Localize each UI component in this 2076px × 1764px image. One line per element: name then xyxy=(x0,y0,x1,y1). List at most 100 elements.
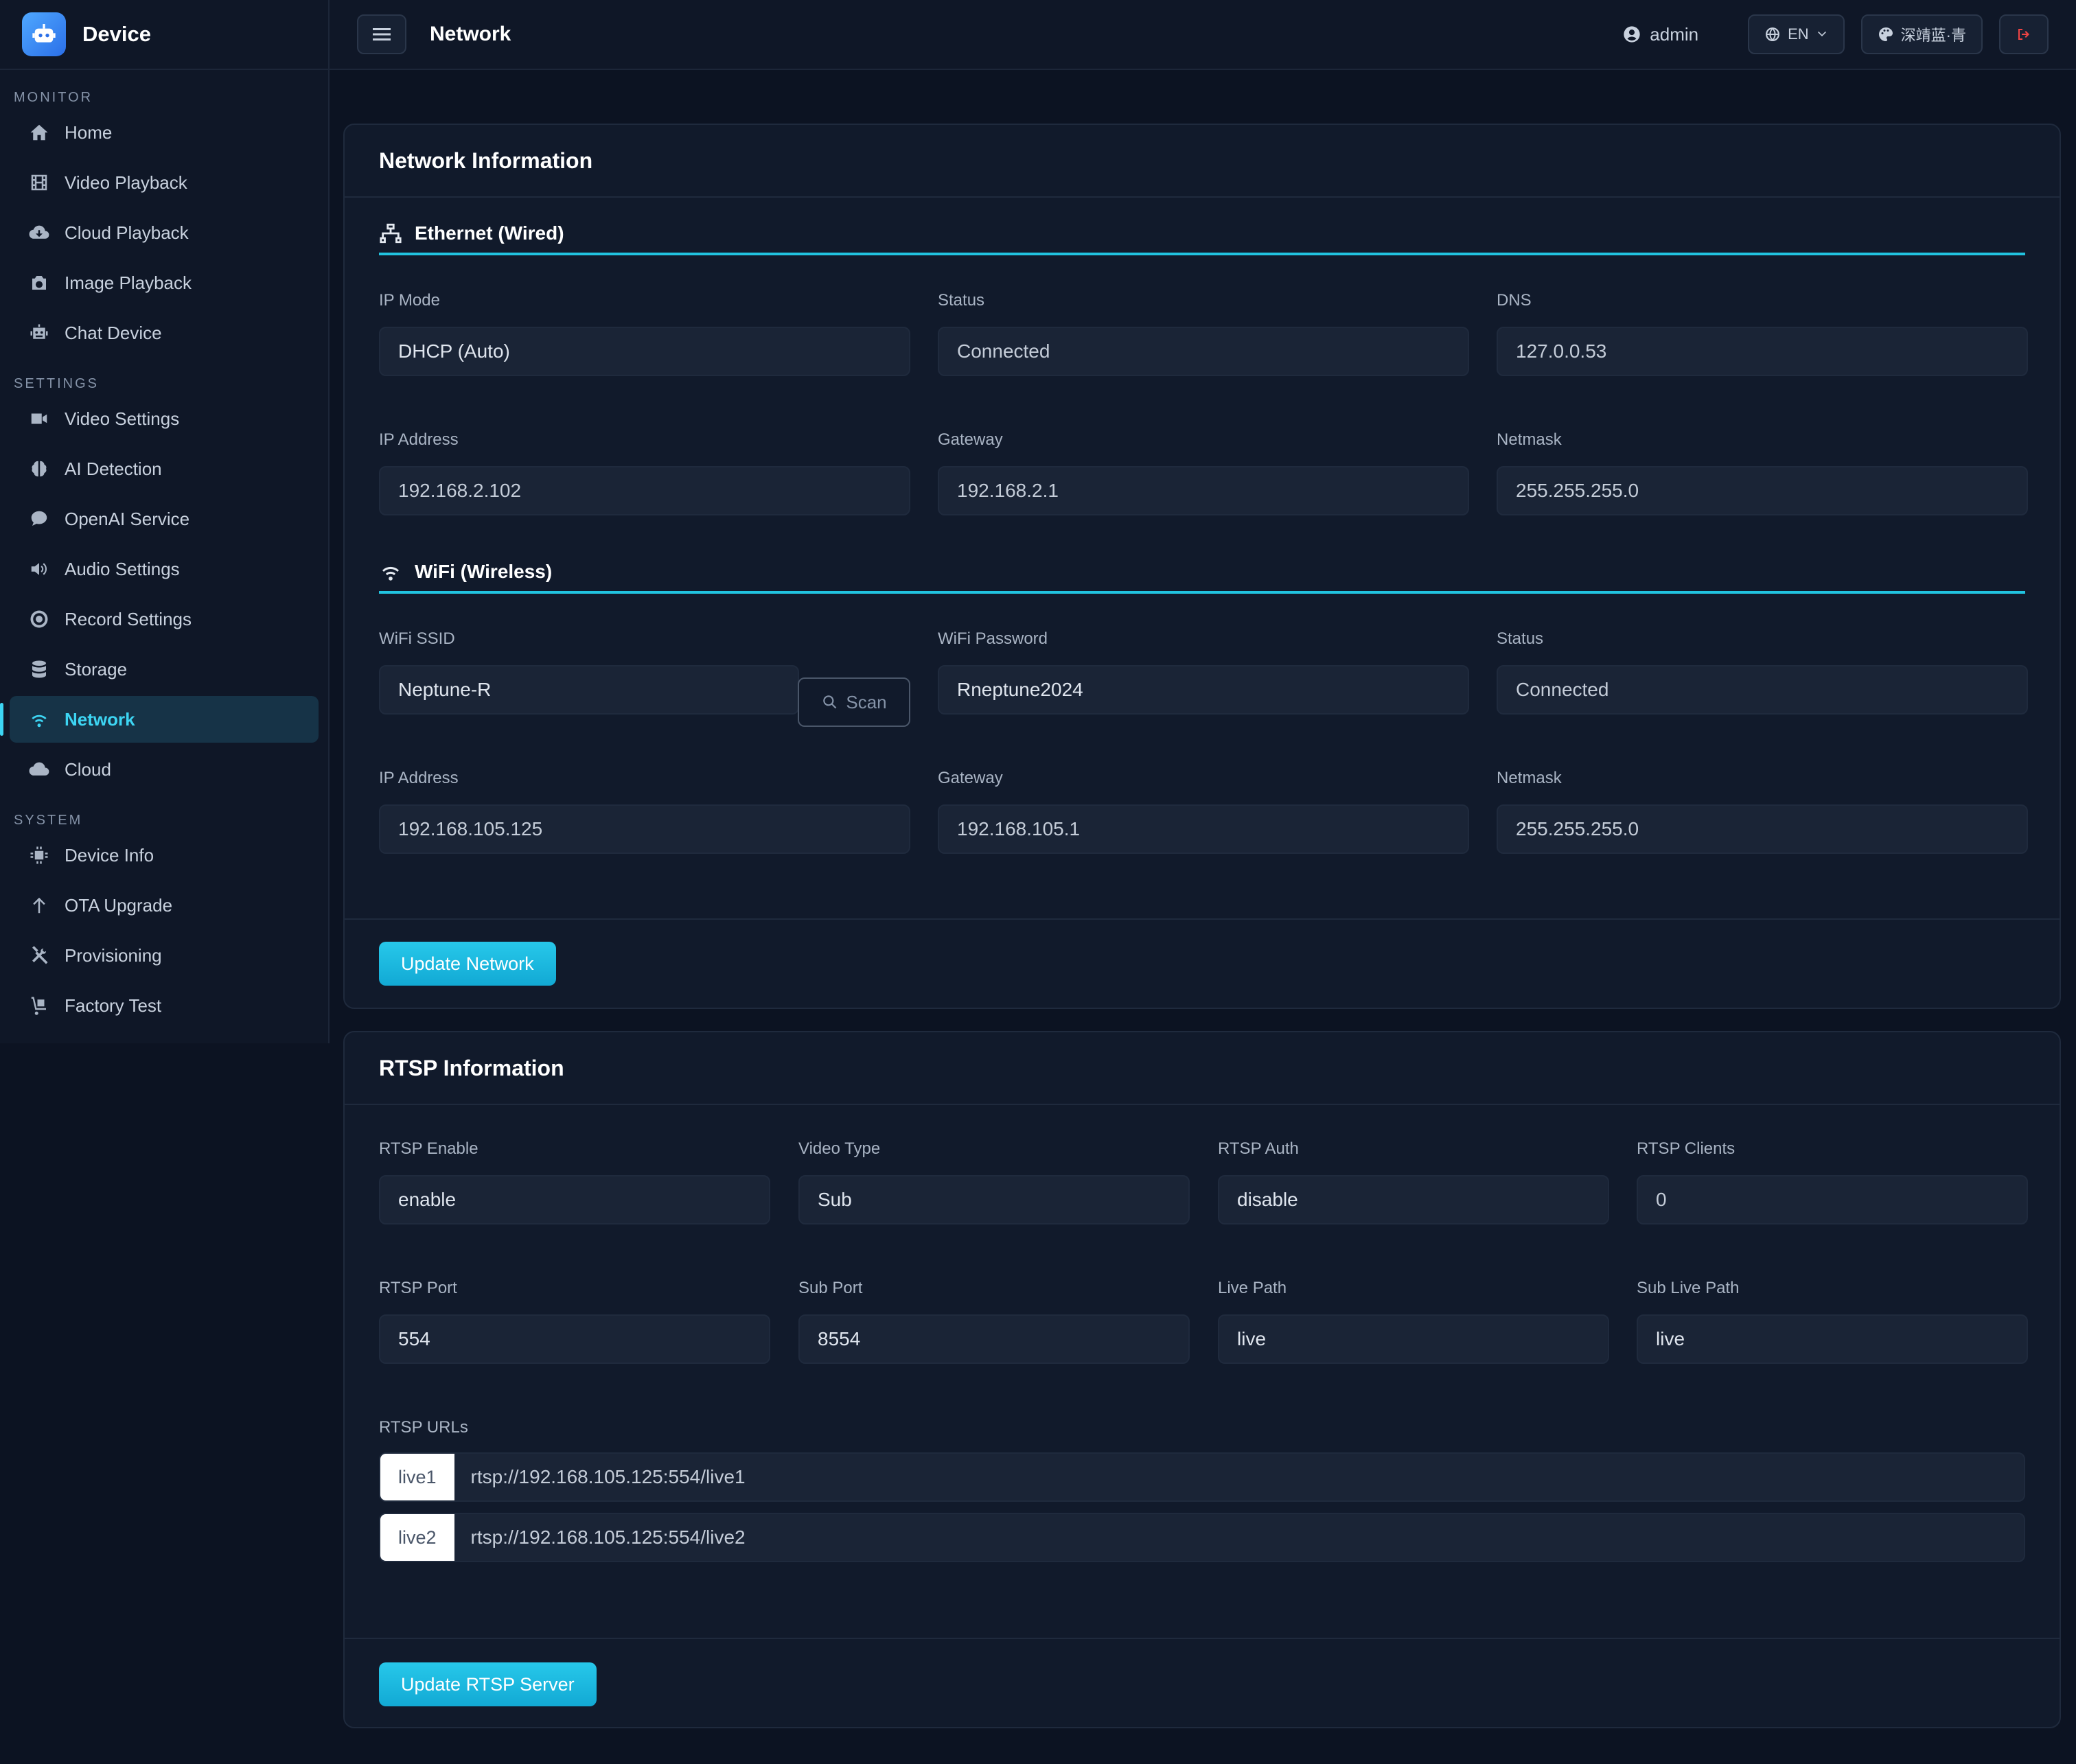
video-icon xyxy=(27,407,51,430)
sidebar-item-storage[interactable]: Storage xyxy=(10,646,319,693)
rtsp-enable-field: RTSP Enable enable xyxy=(379,1139,770,1225)
brand-name: Device xyxy=(82,22,151,46)
wifi-password-field: WiFi Password Rneptune2024 xyxy=(938,629,1469,715)
field-label: Status xyxy=(1497,629,1544,648)
wifi-status-field: Status Connected xyxy=(1497,629,2028,715)
rtsp-url-value[interactable]: rtsp://192.168.105.125:554/live1 xyxy=(454,1454,746,1500)
field-label: Sub Live Path xyxy=(1637,1279,1740,1297)
sidebar-item-home[interactable]: Home xyxy=(10,109,319,156)
sidebar-item-video-playback[interactable]: Video Playback xyxy=(10,159,319,206)
menu-toggle-button[interactable] xyxy=(357,14,406,54)
cloud-download-icon xyxy=(27,221,51,244)
wifi-section-header: WiFi (Wireless) xyxy=(379,553,2025,594)
update-network-button[interactable]: Update Network xyxy=(379,942,556,986)
sidebar-item-chat-device[interactable]: Chat Device xyxy=(10,310,319,356)
field-label: WiFi SSID xyxy=(379,629,455,648)
network-info-card: Network Information Ethernet (Wired) IP … xyxy=(343,124,2061,1009)
sub-live-path-input[interactable]: live xyxy=(1637,1314,2028,1364)
dolly-icon xyxy=(27,994,51,1017)
sidebar-item-provisioning[interactable]: Provisioning xyxy=(10,932,319,979)
logout-icon xyxy=(2018,29,2029,40)
wifi-ssid-input[interactable]: Neptune-R xyxy=(379,665,799,715)
scan-label: Scan xyxy=(846,691,887,712)
home-icon xyxy=(27,121,51,144)
wifi-netmask-field: Netmask 255.255.255.0 xyxy=(1497,769,2028,854)
sidebar-item-factory-test[interactable]: Factory Test xyxy=(10,982,319,1029)
sidebar-item-audio-settings[interactable]: Audio Settings xyxy=(10,546,319,592)
logout-button[interactable] xyxy=(1999,14,2049,54)
sidebar-item-label: Audio Settings xyxy=(65,558,180,579)
sidebar-item-image-playback[interactable]: Image Playback xyxy=(10,259,319,306)
rtsp-url-value[interactable]: rtsp://192.168.105.125:554/live2 xyxy=(454,1514,746,1561)
sidebar-item-label: Cloud xyxy=(65,758,111,780)
top-header: Network admin EN 深靖蓝·青 xyxy=(330,0,2076,70)
user-menu[interactable]: admin xyxy=(1622,24,1698,45)
sidebar-item-device-info[interactable]: Device Info xyxy=(10,832,319,879)
sidebar-item-record-settings[interactable]: Record Settings xyxy=(10,596,319,642)
wifi-title: WiFi (Wireless) xyxy=(415,561,553,582)
sidebar-item-openai-service[interactable]: OpenAI Service xyxy=(10,496,319,542)
card-footer-divider xyxy=(345,1638,2060,1639)
field-label: Video Type xyxy=(798,1139,881,1158)
eth-ip-field: IP Address 192.168.2.102 xyxy=(379,430,910,515)
sidebar-item-ota-upgrade[interactable]: OTA Upgrade xyxy=(10,882,319,929)
eth-status-field: Status Connected xyxy=(938,291,1469,376)
field-label: WiFi Password xyxy=(938,629,1048,648)
wifi-gateway-input[interactable]: 192.168.105.1 xyxy=(938,804,1469,854)
wifi-ip-input[interactable]: 192.168.105.125 xyxy=(379,804,910,854)
sidebar-item-label: Provisioning xyxy=(65,944,162,966)
nav-section-title: SETTINGS xyxy=(14,376,100,391)
field-label: RTSP Clients xyxy=(1637,1139,1735,1158)
sidebar-item-label: Image Playback xyxy=(65,272,192,293)
sidebar-item-label: Record Settings xyxy=(65,608,192,629)
rtsp-auth-select[interactable]: disable xyxy=(1218,1175,1609,1225)
film-icon xyxy=(27,171,51,194)
wifi-netmask-input[interactable]: 255.255.255.0 xyxy=(1497,804,2028,854)
eth-gateway-field: Gateway 192.168.2.1 xyxy=(938,430,1469,515)
language-select[interactable]: EN xyxy=(1748,14,1845,54)
sidebar-item-cloud-playback[interactable]: Cloud Playback xyxy=(10,209,319,256)
field-label: Netmask xyxy=(1497,430,1562,449)
field-label: RTSP Auth xyxy=(1218,1139,1299,1158)
field-label: RTSP Port xyxy=(379,1279,457,1297)
eth-dns-input[interactable]: 127.0.0.53 xyxy=(1497,327,2028,376)
rtsp-urls-field: RTSP URLs xyxy=(379,1418,791,1441)
live-path-input[interactable]: live xyxy=(1218,1314,1609,1364)
brand: Device xyxy=(0,0,328,70)
wifi-scan-button[interactable]: Scan xyxy=(798,677,910,727)
eth-status-value: Connected xyxy=(938,327,1469,376)
rtsp-enable-select[interactable]: enable xyxy=(379,1175,770,1225)
field-label: Netmask xyxy=(1497,769,1562,787)
rtsp-port-input[interactable]: 554 xyxy=(379,1314,770,1364)
sidebar-item-cloud[interactable]: Cloud xyxy=(10,746,319,793)
field-label: IP Mode xyxy=(379,291,440,310)
network-wired-icon xyxy=(380,223,402,244)
field-label: Live Path xyxy=(1218,1279,1287,1297)
theme-select[interactable]: 深靖蓝·青 xyxy=(1860,14,1983,54)
network-card-title: Network Information xyxy=(345,125,2060,198)
search-icon xyxy=(823,695,837,709)
wifi-password-input[interactable]: Rneptune2024 xyxy=(938,665,1469,715)
sidebar-item-label: Chat Device xyxy=(65,322,162,343)
update-rtsp-button[interactable]: Update RTSP Server xyxy=(379,1662,597,1706)
theme-value: 深靖蓝·青 xyxy=(1900,27,1966,44)
sidebar-item-label: Video Playback xyxy=(65,172,187,193)
record-icon xyxy=(27,607,51,631)
globe-icon xyxy=(1766,27,1780,41)
eth-netmask-input[interactable]: 255.255.255.0 xyxy=(1497,466,2028,515)
sidebar-item-network[interactable]: Network xyxy=(0,696,319,743)
url-tag: live2 xyxy=(380,1514,454,1561)
sidebar-item-video-settings[interactable]: Video Settings xyxy=(10,395,319,442)
eth-ip-mode-select[interactable]: DHCP (Auto) xyxy=(379,327,910,376)
sidebar-item-ai-detection[interactable]: AI Detection xyxy=(10,445,319,492)
eth-gateway-input[interactable]: 192.168.2.1 xyxy=(938,466,1469,515)
rtsp-auth-field: RTSP Auth disable xyxy=(1218,1139,1609,1225)
sub-port-field: Sub Port 8554 xyxy=(798,1279,1190,1364)
eth-netmask-field: Netmask 255.255.255.0 xyxy=(1497,430,2028,515)
field-label: Gateway xyxy=(938,430,1003,449)
brain-icon xyxy=(27,457,51,480)
ethernet-section-header: Ethernet (Wired) xyxy=(379,214,2025,255)
sub-port-input[interactable]: 8554 xyxy=(798,1314,1190,1364)
video-type-select[interactable]: Sub xyxy=(798,1175,1190,1225)
eth-ip-input[interactable]: 192.168.2.102 xyxy=(379,466,910,515)
